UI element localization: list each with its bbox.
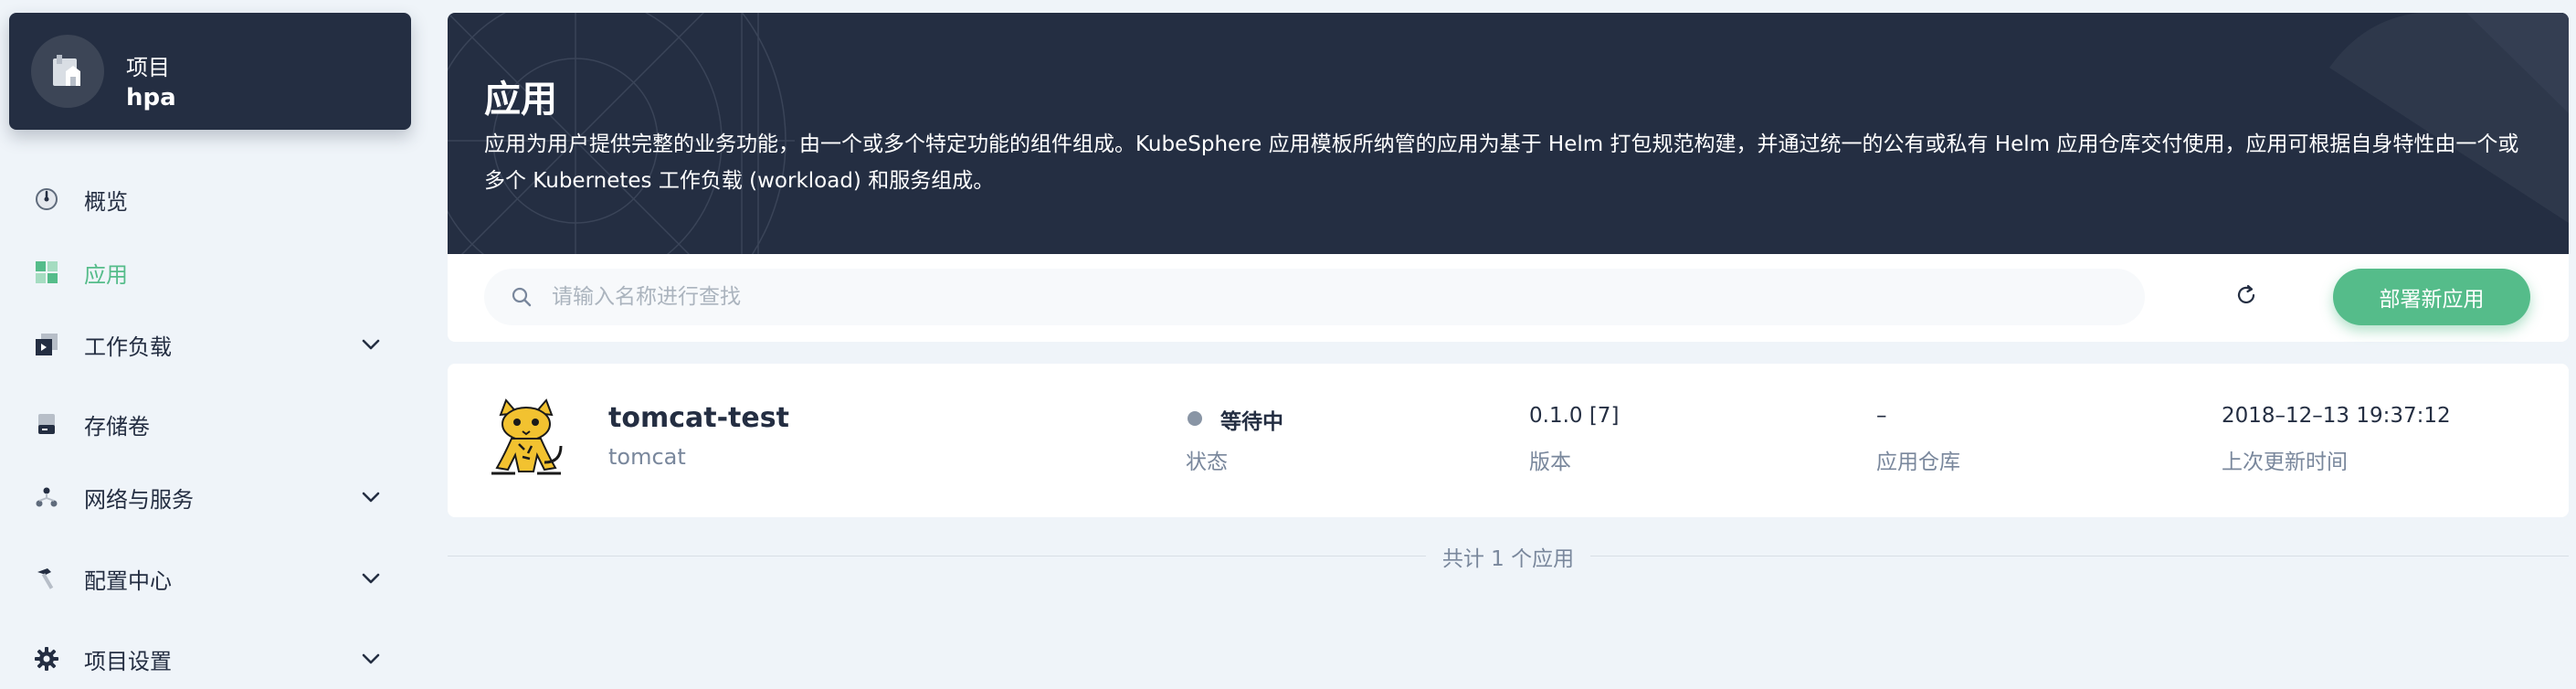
page-banner: 应用 应用为用户提供完整的业务功能，由一个或多个特定功能的组件组成。KubeSp… (448, 13, 2569, 254)
sidebar-item-label: 概览 (84, 188, 128, 215)
app-chart-name: tomcat (608, 444, 686, 470)
chevron-down-icon[interactable] (358, 646, 384, 672)
sidebar-item-project-settings[interactable]: 项目设置 (0, 633, 402, 684)
search-input[interactable] (552, 269, 2105, 325)
project-name: hpa (126, 84, 176, 111)
sidebar-item-label: 配置中心 (84, 567, 172, 594)
app-status-label: 状态 (1186, 450, 1228, 474)
deploy-new-app-button[interactable]: 部署新应用 (2333, 269, 2530, 325)
network-icon (33, 483, 60, 511)
app-repo-value: – (1876, 404, 1887, 428)
sidebar-item-overview[interactable]: 概览 (0, 174, 402, 225)
app-updated-label: 上次更新时间 (2222, 450, 2348, 474)
sidebar-item-label: 工作负载 (84, 334, 172, 360)
sidebar-item-config[interactable]: 配置中心 (0, 553, 402, 604)
page-description: 应用为用户提供完整的业务功能，由一个或多个特定功能的组件组成。KubeSpher… (484, 132, 2519, 193)
sidebar-item-storage[interactable]: 存储卷 (0, 398, 402, 450)
sidebar-item-network[interactable]: 网络与服务 (0, 472, 402, 523)
hammer-icon (33, 565, 60, 592)
app-total-count: 共计 1 个应用 (448, 541, 2569, 572)
search-box[interactable] (484, 269, 2145, 325)
sidebar-item-apps[interactable]: 应用 (0, 247, 402, 298)
app-list-item[interactable]: tomcat-test tomcat 等待中 状态 0.1.0 [7] 版本 –… (448, 364, 2569, 517)
toolbar: 部署新应用 (448, 254, 2569, 342)
project-kind-label: 项目 (126, 55, 170, 80)
app-version-label: 版本 (1529, 450, 1571, 474)
page-title: 应用 (484, 79, 557, 121)
app-total-count-text: 共计 1 个应用 (1425, 547, 1591, 571)
storage-volume-icon (33, 410, 60, 438)
app-repo-label: 应用仓库 (1876, 450, 1960, 474)
app-status-value: 等待中 (1220, 410, 1283, 434)
tomcat-logo (491, 398, 563, 475)
gear-icon (33, 645, 60, 673)
refresh-button[interactable] (2231, 281, 2262, 313)
chevron-down-icon[interactable] (358, 484, 384, 510)
sidebar-item-workloads[interactable]: 工作负载 (0, 319, 402, 370)
apps-grid-icon (33, 259, 60, 286)
sidebar-item-label: 项目设置 (84, 648, 172, 674)
workload-icon (33, 331, 60, 358)
chevron-down-icon[interactable] (358, 566, 384, 591)
app-updated-value: 2018–12–13 19:37:12 (2222, 404, 2451, 428)
project-card[interactable]: 项目 hpa (9, 13, 411, 130)
status-pending-dot-icon (1188, 411, 1202, 426)
app-name[interactable]: tomcat-test (608, 402, 789, 434)
app-version-value: 0.1.0 [7] (1529, 404, 1620, 428)
search-icon (508, 283, 535, 311)
chevron-down-icon[interactable] (358, 332, 384, 357)
overview-dial-icon (33, 186, 60, 213)
sidebar-item-label: 应用 (84, 261, 128, 288)
sidebar-item-label: 存储卷 (84, 413, 150, 440)
refresh-icon (2234, 283, 2258, 311)
sidebar-item-label: 网络与服务 (84, 486, 194, 513)
project-icon (31, 35, 104, 108)
